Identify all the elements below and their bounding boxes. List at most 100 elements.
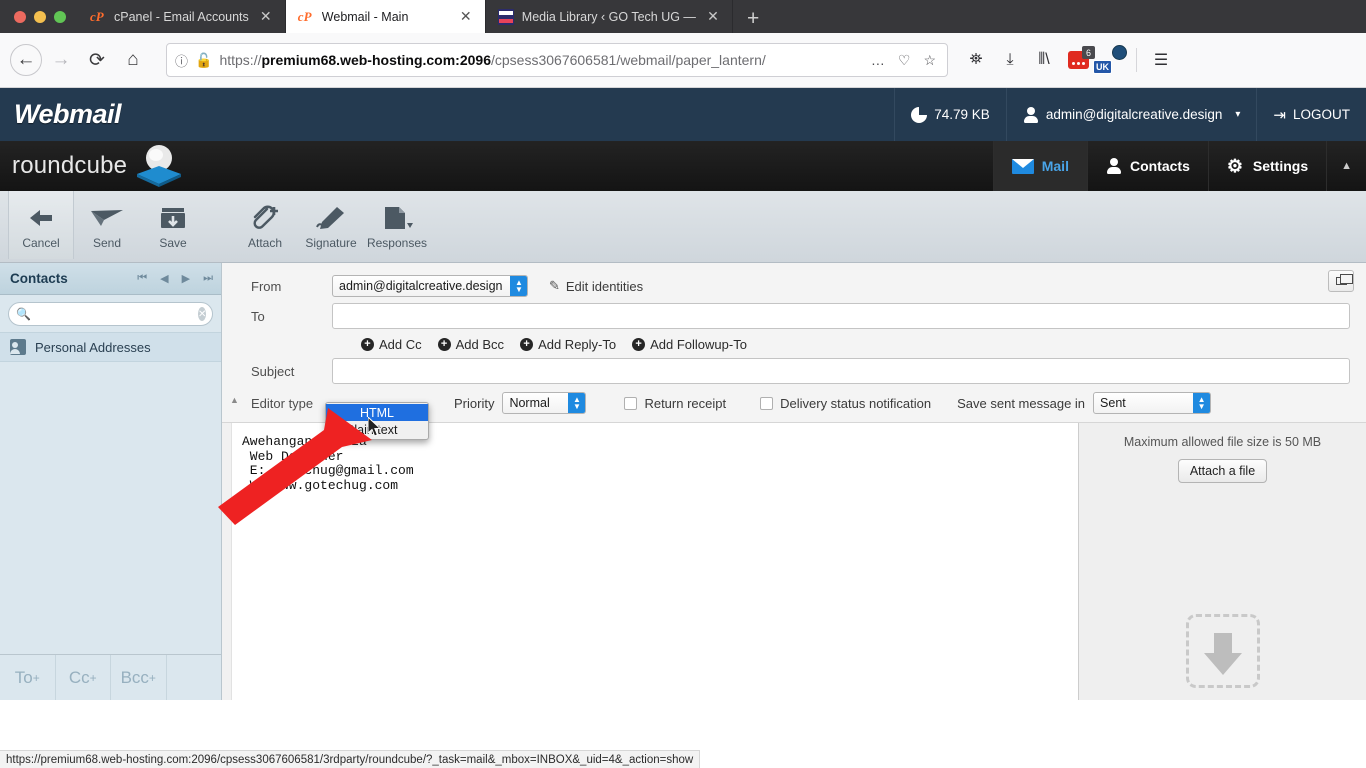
minimize-window-button[interactable]: [34, 11, 46, 23]
new-tab-button[interactable]: +: [733, 8, 773, 33]
add-reply-to-link[interactable]: + Add Reply-To: [520, 337, 616, 352]
priority-label: Priority: [454, 395, 495, 411]
pocket-icon[interactable]: ♡: [895, 52, 914, 69]
priority-select[interactable]: Normal ▲ ▼: [502, 392, 587, 414]
insecure-lock-warning-icon[interactable]: 🔓: [195, 52, 212, 69]
browser-tab-cpanel-email-accounts[interactable]: cP cPanel - Email Accounts ✕: [78, 0, 286, 33]
select-arrows-icon: ▲ ▼: [1193, 393, 1211, 413]
add-bcc-link[interactable]: + Add Bcc: [437, 337, 504, 352]
add-to-bcc-button[interactable]: Bcc +: [111, 655, 167, 700]
info-icon[interactable]: ⓘ: [175, 51, 188, 70]
return-receipt-checkbox[interactable]: [624, 396, 638, 410]
window-controls[interactable]: [0, 11, 78, 33]
list-item-label: Personal Addresses: [35, 339, 151, 355]
account-menu[interactable]: admin@digitalcreative.design ▾: [1005, 88, 1257, 141]
close-tab-icon[interactable]: ✕: [457, 8, 475, 25]
message-body-textarea[interactable]: Awehangana Hamza Web Designer E: gotechu…: [232, 423, 1078, 700]
browser-tab-media-library[interactable]: Media Library ‹ GO Tech UG — ✕: [486, 0, 733, 33]
save-button[interactable]: Save: [140, 191, 206, 259]
subject-row: Subject: [222, 356, 1366, 386]
contacts-search: 🔍 ✕: [0, 295, 221, 332]
to-input[interactable]: [332, 303, 1350, 329]
tab-settings[interactable]: ⚙ Settings: [1207, 141, 1326, 191]
add-cc-link[interactable]: + Add Cc: [361, 337, 422, 352]
close-window-button[interactable]: [14, 11, 26, 23]
navigation-toolbar: ← → ⟳ ⌂ ⓘ 🔓 https://premium68.web-hostin…: [0, 33, 1366, 88]
return-receipt-option[interactable]: Return receipt: [624, 396, 726, 411]
address-bar[interactable]: ⓘ 🔓 https://premium68.web-hosting.com:20…: [166, 43, 948, 77]
to-row: To: [222, 301, 1366, 331]
max-file-size-label: Maximum allowed file size is 50 MB: [1123, 435, 1322, 449]
pie-chart-icon: [911, 106, 928, 123]
button-label: Responses: [366, 236, 428, 250]
tab-label: Contacts: [1129, 158, 1190, 174]
delivery-status-checkbox[interactable]: [760, 396, 774, 410]
maximize-window-button[interactable]: [54, 11, 66, 23]
contacts-sidebar: Contacts ⏮ ◀ ▶ ⏭ 🔍 ✕ Personal Addresses …: [0, 263, 222, 700]
chevron-down-icon[interactable]: ▾: [1235, 109, 1240, 120]
clear-icon[interactable]: ✕: [197, 307, 207, 321]
from-identity-select[interactable]: admin@digitalcreative.design ▲ ▼: [332, 275, 529, 297]
webmail-header-right: 74.79 KB admin@digitalcreative.design ▾ …: [894, 88, 1366, 141]
send-button[interactable]: Send: [74, 191, 140, 259]
forward-button[interactable]: →: [44, 43, 78, 77]
collapse-header-icon[interactable]: ▲: [1333, 160, 1360, 172]
disk-usage-indicator[interactable]: 74.79 KB: [894, 88, 1006, 141]
delivery-status-option[interactable]: Delivery status notification: [760, 396, 931, 411]
attach-button[interactable]: Attach: [232, 191, 298, 259]
editor-scrollbar[interactable]: [222, 423, 232, 700]
pencil-icon: ✎: [548, 278, 560, 293]
subject-label: Subject: [251, 363, 295, 379]
priority-value: Normal: [509, 396, 550, 410]
last-page-icon[interactable]: ⏭: [203, 272, 213, 285]
home-button[interactable]: ⌂: [116, 43, 150, 77]
tab-mail[interactable]: Mail: [992, 141, 1087, 191]
add-to-cc-button[interactable]: Cc +: [56, 655, 111, 700]
button-label: Send: [92, 236, 122, 250]
attach-a-file-button[interactable]: Attach a file: [1177, 459, 1268, 483]
save-sent-folder-select[interactable]: Sent ▲ ▼: [1093, 392, 1212, 414]
popout-window-icon[interactable]: [1328, 270, 1354, 292]
from-label: From: [251, 278, 282, 294]
recipient-add-links: + Add Cc + Add Bcc + Add Reply-To + Add Foll…: [222, 331, 1366, 356]
close-tab-icon[interactable]: ✕: [704, 8, 722, 25]
edit-identities-label: Edit identities: [565, 278, 644, 294]
contacts-group-personal-addresses[interactable]: Personal Addresses: [0, 332, 221, 362]
next-page-icon[interactable]: ▶: [182, 272, 190, 285]
tab-contacts[interactable]: Contacts: [1086, 141, 1208, 191]
star-icon[interactable]: ☆: [920, 52, 939, 69]
plus-icon: +: [520, 338, 534, 351]
browser-tab-webmail-main[interactable]: cP Webmail - Main ✕: [285, 0, 486, 33]
contacts-search-input[interactable]: [36, 307, 192, 321]
reload-button[interactable]: ⟳: [80, 43, 114, 77]
prev-page-icon[interactable]: ◀: [160, 272, 168, 285]
menu-icon[interactable]: ☰: [1151, 50, 1171, 70]
screenshot-icon[interactable]: ⛯: [966, 51, 986, 69]
cpanel-icon: cP: [90, 8, 104, 24]
add-to-to-button[interactable]: To +: [0, 655, 56, 700]
cancel-button[interactable]: Cancel: [8, 191, 74, 259]
drop-files-arrow-icon[interactable]: [1185, 614, 1260, 688]
attachments-pane: Maximum allowed file size is 50 MB Attac…: [1078, 423, 1366, 700]
adblock-extension-icon[interactable]: 6: [1068, 46, 1095, 69]
document-dropdown-icon: [381, 203, 413, 233]
downloads-icon[interactable]: ⤓: [1000, 51, 1020, 69]
pen-signature-icon: [315, 203, 347, 233]
library-icon[interactable]: ⦀\: [1034, 51, 1054, 69]
add-followup-to-link[interactable]: + Add Followup-To: [632, 337, 747, 352]
edit-identities-link[interactable]: ✎ Edit identities: [549, 278, 643, 294]
close-tab-icon[interactable]: ✕: [257, 8, 275, 25]
plus-icon: +: [437, 338, 451, 351]
roundcube-cube-logo-icon: [133, 144, 185, 188]
first-page-icon[interactable]: ⏮: [137, 272, 147, 285]
responses-button[interactable]: Responses: [364, 191, 430, 259]
collapse-triangle-icon[interactable]: ▲: [230, 395, 239, 405]
status-bar-url: https://premium68.web-hosting.com:2096/c…: [0, 750, 701, 768]
logout-button[interactable]: ⇥ LOGOUT: [1256, 88, 1366, 141]
back-button[interactable]: ←: [10, 44, 42, 76]
address-book-icon: [10, 339, 26, 355]
signature-button[interactable]: Signature: [298, 191, 364, 259]
subject-input[interactable]: [332, 358, 1350, 384]
contacts-list: Personal Addresses: [0, 332, 221, 654]
page-actions-icon[interactable]: …: [868, 52, 888, 68]
